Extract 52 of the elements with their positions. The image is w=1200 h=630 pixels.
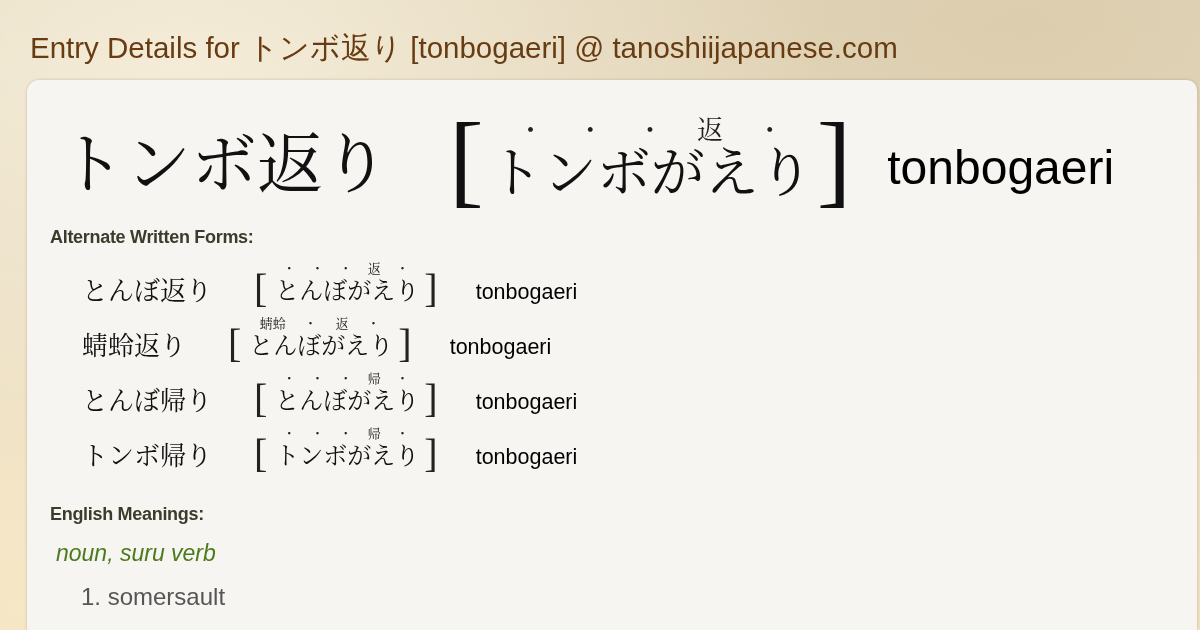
- furigana: ・: [339, 372, 353, 386]
- part-of-speech: noun, suru verb: [56, 539, 216, 567]
- close-bracket: ]: [424, 380, 438, 418]
- page-title: Entry Details for トンボ返り [tonbogaeri] @ tanoshiijapanese.com: [30, 32, 898, 64]
- furigana: ・: [311, 427, 324, 441]
- alternate-reading: とんぼがえり: [274, 276, 421, 306]
- furigana: 返: [335, 317, 349, 331]
- furigana: 蜻蛉: [259, 317, 286, 331]
- furigana: ・: [756, 116, 783, 144]
- romaji: tonbogaeri: [887, 140, 1115, 196]
- romaji: tonbogaeri: [449, 334, 552, 361]
- furigana: 帰: [367, 372, 381, 386]
- open-bracket: [: [228, 325, 242, 363]
- furigana: 返: [696, 116, 723, 144]
- romaji: tonbogaeri: [475, 279, 578, 306]
- entry-writing: トンボ返り: [59, 128, 389, 202]
- furigana: ・: [339, 262, 353, 276]
- furigana: ・: [366, 317, 380, 331]
- furigana: ・: [304, 317, 318, 331]
- furigana: ・: [282, 372, 296, 386]
- furigana: 返: [367, 262, 381, 276]
- furigana: ・: [339, 427, 353, 441]
- furigana: ・: [282, 262, 296, 276]
- alternate-reading: トンボがえり: [274, 441, 421, 471]
- meaning: 1. somersault: [81, 583, 226, 611]
- alternate-writing: トンボ帰り: [82, 440, 212, 473]
- close-bracket: ]: [424, 270, 438, 308]
- entry-reading: トンボがえり: [487, 144, 814, 204]
- alternate-writing: 蜻蛉返り: [82, 330, 186, 363]
- open-bracket: [: [254, 380, 268, 418]
- romaji: tonbogaeri: [475, 444, 578, 471]
- open-bracket: [: [254, 270, 268, 308]
- furigana: ・: [311, 372, 324, 386]
- alternate-writing: とんぼ帰り: [82, 385, 212, 418]
- furigana: ・: [282, 427, 296, 441]
- furigana: ・: [395, 427, 409, 441]
- furigana: ・: [637, 116, 664, 144]
- section-heading: Alternate Written Forms:: [50, 226, 254, 248]
- furigana: ・: [395, 262, 409, 276]
- furigana: ・: [517, 116, 544, 144]
- alternate-writing: とんぼ返り: [82, 275, 212, 308]
- furigana: 帰: [367, 427, 381, 441]
- furigana: ・: [311, 262, 324, 276]
- close-bracket: ]: [424, 435, 438, 473]
- alternate-reading: とんぼがえり: [248, 331, 395, 361]
- open-bracket: [: [254, 435, 268, 473]
- furigana: ・: [577, 116, 604, 144]
- close-bracket: ]: [398, 325, 412, 363]
- section-heading: English Meanings:: [50, 503, 204, 525]
- romaji: tonbogaeri: [475, 389, 578, 416]
- furigana: ・: [395, 372, 409, 386]
- alternate-reading: とんぼがえり: [274, 386, 421, 416]
